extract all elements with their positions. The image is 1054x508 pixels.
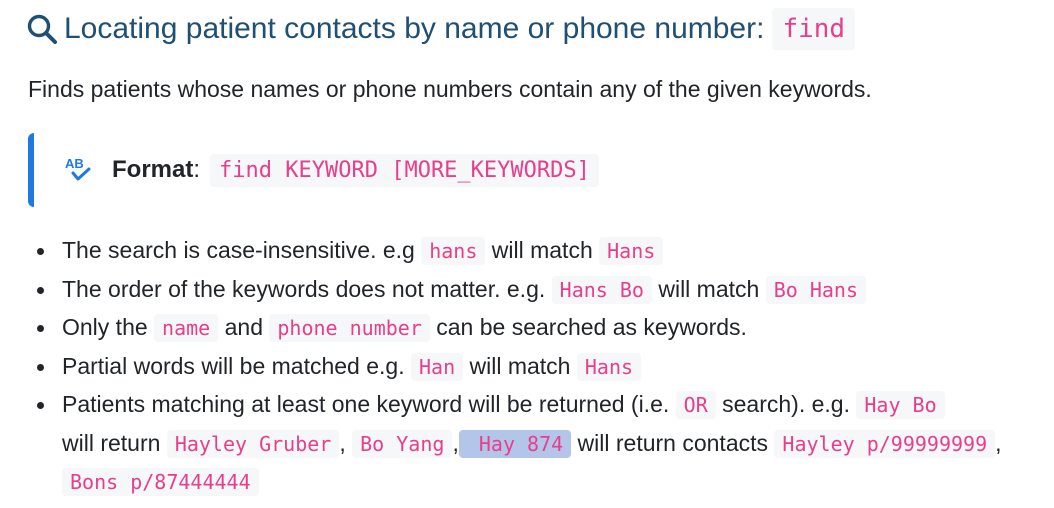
docs-page: Locating patient contacts by name or pho…: [0, 0, 1054, 508]
code-sample: name: [154, 314, 219, 342]
code-sample: Hay Bo: [856, 391, 945, 419]
section-heading: Locating patient contacts by name or pho…: [26, 8, 856, 50]
magnifier-icon: [27, 14, 57, 44]
code-sample: phone number: [269, 314, 430, 342]
format-colon: :: [193, 156, 201, 183]
list-item: Patients matching at least one keyword w…: [32, 386, 1042, 502]
code-sample: Han: [411, 352, 464, 381]
bullet-list: The search is case-insensitive. e.g hans…: [32, 232, 1042, 502]
selected-code-sample[interactable]: Hay 874: [458, 429, 572, 458]
code-sample: hans: [421, 237, 486, 265]
code-sample: Hans Bo: [551, 275, 652, 304]
list-item: The order of the keywords does not matte…: [32, 271, 1042, 310]
code-sample: Hans: [599, 237, 664, 265]
code-sample: Bons p/87444444: [62, 468, 259, 496]
code-sample: Hayley p/99999999: [774, 429, 996, 458]
format-callout: AB Format : find KEYWORD [MORE_KEYWORDS]: [28, 133, 628, 207]
intro-paragraph: Finds patients whose names or phone numb…: [28, 76, 872, 102]
code-sample: Hayley Gruber: [166, 429, 340, 458]
heading-text: Locating patient contacts by name or pho…: [64, 12, 765, 45]
spellcheck-icon: AB: [65, 156, 91, 181]
svg-text:AB: AB: [65, 156, 84, 171]
list-item: Partial words will be matched e.g. Han w…: [32, 348, 1042, 387]
code-sample: OR: [675, 391, 716, 419]
format-label: Format: [112, 156, 194, 183]
heading-command-code: find: [772, 8, 856, 50]
code-sample: Bo Hans: [765, 275, 866, 304]
list-item: Only the name and phone number can be se…: [32, 309, 1042, 348]
format-code: find KEYWORD [MORE_KEYWORDS]: [210, 153, 599, 187]
code-sample: Bo Yang: [352, 429, 453, 458]
list-item: The search is case-insensitive. e.g hans…: [32, 232, 1042, 271]
code-sample: Hans: [576, 352, 642, 381]
